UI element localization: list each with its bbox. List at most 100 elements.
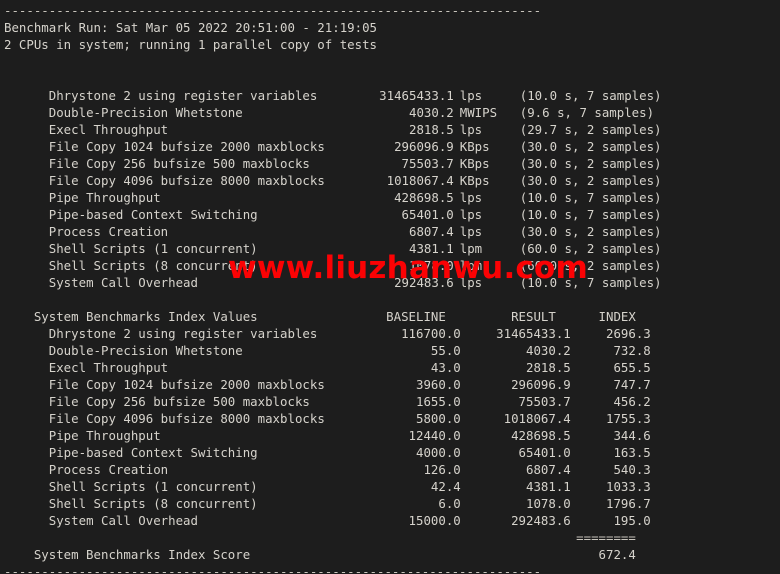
index-row-result: 6807.4 xyxy=(526,462,571,477)
benchmark-value: 4030.2 xyxy=(409,105,454,120)
benchmark-unit: lps xyxy=(459,190,483,205)
benchmark-detail: (29.7 s, 2 samples) xyxy=(519,122,662,137)
index-row-result: 428698.5 xyxy=(511,428,571,443)
index-row-result: 65401.0 xyxy=(518,445,571,460)
index-row-baseline: 42.4 xyxy=(430,479,461,494)
benchmark-name: File Copy 256 bufsize 500 maxblocks xyxy=(48,156,310,171)
index-row-index: 1755.3 xyxy=(606,411,651,426)
benchmark-detail: (10.0 s, 7 samples) xyxy=(519,275,662,290)
benchmark-value: 31465433.1 xyxy=(379,88,454,103)
index-row-result: 31465433.1 xyxy=(496,326,571,341)
index-row-baseline: 1655.0 xyxy=(416,394,461,409)
benchmark-result-row: Dhrystone 2 using register variables 3146… xyxy=(4,70,780,103)
benchmark-name: Pipe Throughput xyxy=(48,190,161,205)
index-row-name: Shell Scripts (1 concurrent) xyxy=(48,479,258,494)
benchmark-detail: (60.0 s, 2 samples) xyxy=(519,241,662,256)
index-row-index: 1033.3 xyxy=(606,479,651,494)
index-row-name: Pipe-based Context Switching xyxy=(48,445,258,460)
benchmark-detail: (30.0 s, 2 samples) xyxy=(519,139,662,154)
benchmark-results-list: Dhrystone 2 using register variables 3146… xyxy=(4,70,780,290)
index-row-name: Process Creation xyxy=(48,462,169,477)
index-row-baseline: 5800.0 xyxy=(416,411,461,426)
index-row-baseline: 4000.0 xyxy=(416,445,461,460)
index-row-index: 2696.3 xyxy=(606,326,651,341)
equals-separator: ======== xyxy=(576,530,636,545)
index-row-name: Dhrystone 2 using register variables xyxy=(48,326,318,341)
benchmark-name: Double-Precision Whetstone xyxy=(48,105,243,120)
benchmark-name: Shell Scripts (8 concurrent) xyxy=(48,258,258,273)
benchmark-unit: KBps xyxy=(459,173,490,188)
index-row-baseline: 55.0 xyxy=(430,343,461,358)
index-row-result: 2818.5 xyxy=(526,360,571,375)
index-row-baseline: 3960.0 xyxy=(416,377,461,392)
benchmark-detail: (10.0 s, 7 samples) xyxy=(519,207,662,222)
benchmark-unit: KBps xyxy=(459,139,490,154)
benchmark-detail: (10.0 s, 7 samples) xyxy=(519,88,662,103)
index-row-index: 195.0 xyxy=(613,513,651,528)
terminal-window: ----------------------------------------… xyxy=(0,0,780,574)
index-row-index: 163.5 xyxy=(613,445,651,460)
index-row-result: 75503.7 xyxy=(518,394,571,409)
index-row-result: 296096.9 xyxy=(511,377,571,392)
benchmark-name: File Copy 1024 bufsize 2000 maxblocks xyxy=(48,139,325,154)
index-row-index: 655.5 xyxy=(613,360,651,375)
index-row-baseline: 12440.0 xyxy=(408,428,461,443)
column-header-baseline: BASELINE xyxy=(386,309,446,324)
index-table-header: System Benchmarks Index Values BASELINE RE… xyxy=(4,291,780,324)
benchmark-value: 428698.5 xyxy=(394,190,454,205)
benchmark-unit: lps xyxy=(459,88,483,103)
benchmark-unit: lps xyxy=(459,207,483,222)
index-row-name: Execl Throughput xyxy=(48,360,169,375)
benchmark-unit: lps xyxy=(459,224,483,239)
benchmark-value: 75503.7 xyxy=(401,156,454,171)
benchmark-unit: lps xyxy=(459,275,483,290)
benchmark-value: 2818.5 xyxy=(409,122,454,137)
benchmark-detail: (30.0 s, 2 samples) xyxy=(519,224,662,239)
index-table-title: System Benchmarks Index Values xyxy=(33,309,258,324)
benchmark-unit: KBps xyxy=(459,156,490,171)
benchmark-name: File Copy 4096 bufsize 8000 maxblocks xyxy=(48,173,325,188)
index-score-label: System Benchmarks Index Score xyxy=(33,547,251,562)
index-row-result: 4030.2 xyxy=(526,343,571,358)
index-row-name: Pipe Throughput xyxy=(48,428,161,443)
index-score-value: 672.4 xyxy=(598,547,636,562)
index-row-result: 1018067.4 xyxy=(503,411,571,426)
index-row-result: 292483.6 xyxy=(511,513,571,528)
index-row-name: Double-Precision Whetstone xyxy=(48,343,243,358)
benchmark-name: System Call Overhead xyxy=(48,275,198,290)
index-row-baseline: 43.0 xyxy=(430,360,461,375)
benchmark-detail: (9.6 s, 7 samples) xyxy=(519,105,655,120)
benchmark-unit: lpm xyxy=(459,241,483,256)
benchmark-detail: (30.0 s, 2 samples) xyxy=(519,156,662,171)
benchmark-detail: (30.0 s, 2 samples) xyxy=(519,173,662,188)
index-row-baseline: 126.0 xyxy=(423,462,461,477)
index-row-name: System Call Overhead xyxy=(48,513,198,528)
bottom-divider-rule: ----------------------------------------… xyxy=(4,564,542,574)
index-row-name: File Copy 4096 bufsize 8000 maxblocks xyxy=(48,411,325,426)
cpu-info-line: 2 CPUs in system; running 1 parallel cop… xyxy=(4,37,377,52)
index-row-index: 344.6 xyxy=(613,428,651,443)
benchmark-value: 1018067.4 xyxy=(386,173,454,188)
index-row-index: 747.7 xyxy=(613,377,651,392)
benchmark-unit: lpm xyxy=(459,258,483,273)
benchmark-run-line: Benchmark Run: Sat Mar 05 2022 20:51:00 … xyxy=(4,20,377,35)
index-row-index: 456.2 xyxy=(613,394,651,409)
benchmark-name: Process Creation xyxy=(48,224,169,239)
spacer-line-1 xyxy=(4,53,780,70)
index-row-baseline: 116700.0 xyxy=(401,326,461,341)
benchmark-name: Execl Throughput xyxy=(48,122,169,137)
benchmark-name: Shell Scripts (1 concurrent) xyxy=(48,241,258,256)
benchmark-unit: MWIPS xyxy=(459,105,498,120)
benchmark-value: 6807.4 xyxy=(409,224,454,239)
benchmark-unit: lps xyxy=(459,122,483,137)
index-row-baseline: 6.0 xyxy=(438,496,461,511)
benchmark-detail: (60.0 s, 2 samples) xyxy=(519,258,662,273)
benchmark-value: 1078.0 xyxy=(409,258,454,273)
benchmark-detail: (10.0 s, 7 samples) xyxy=(519,190,662,205)
top-divider-rule: ----------------------------------------… xyxy=(4,3,542,18)
index-row-name: File Copy 256 bufsize 500 maxblocks xyxy=(48,394,310,409)
index-row-index: 1796.7 xyxy=(606,496,651,511)
benchmark-value: 292483.6 xyxy=(394,275,454,290)
index-row-baseline: 15000.0 xyxy=(408,513,461,528)
column-header-index: INDEX xyxy=(598,309,636,324)
